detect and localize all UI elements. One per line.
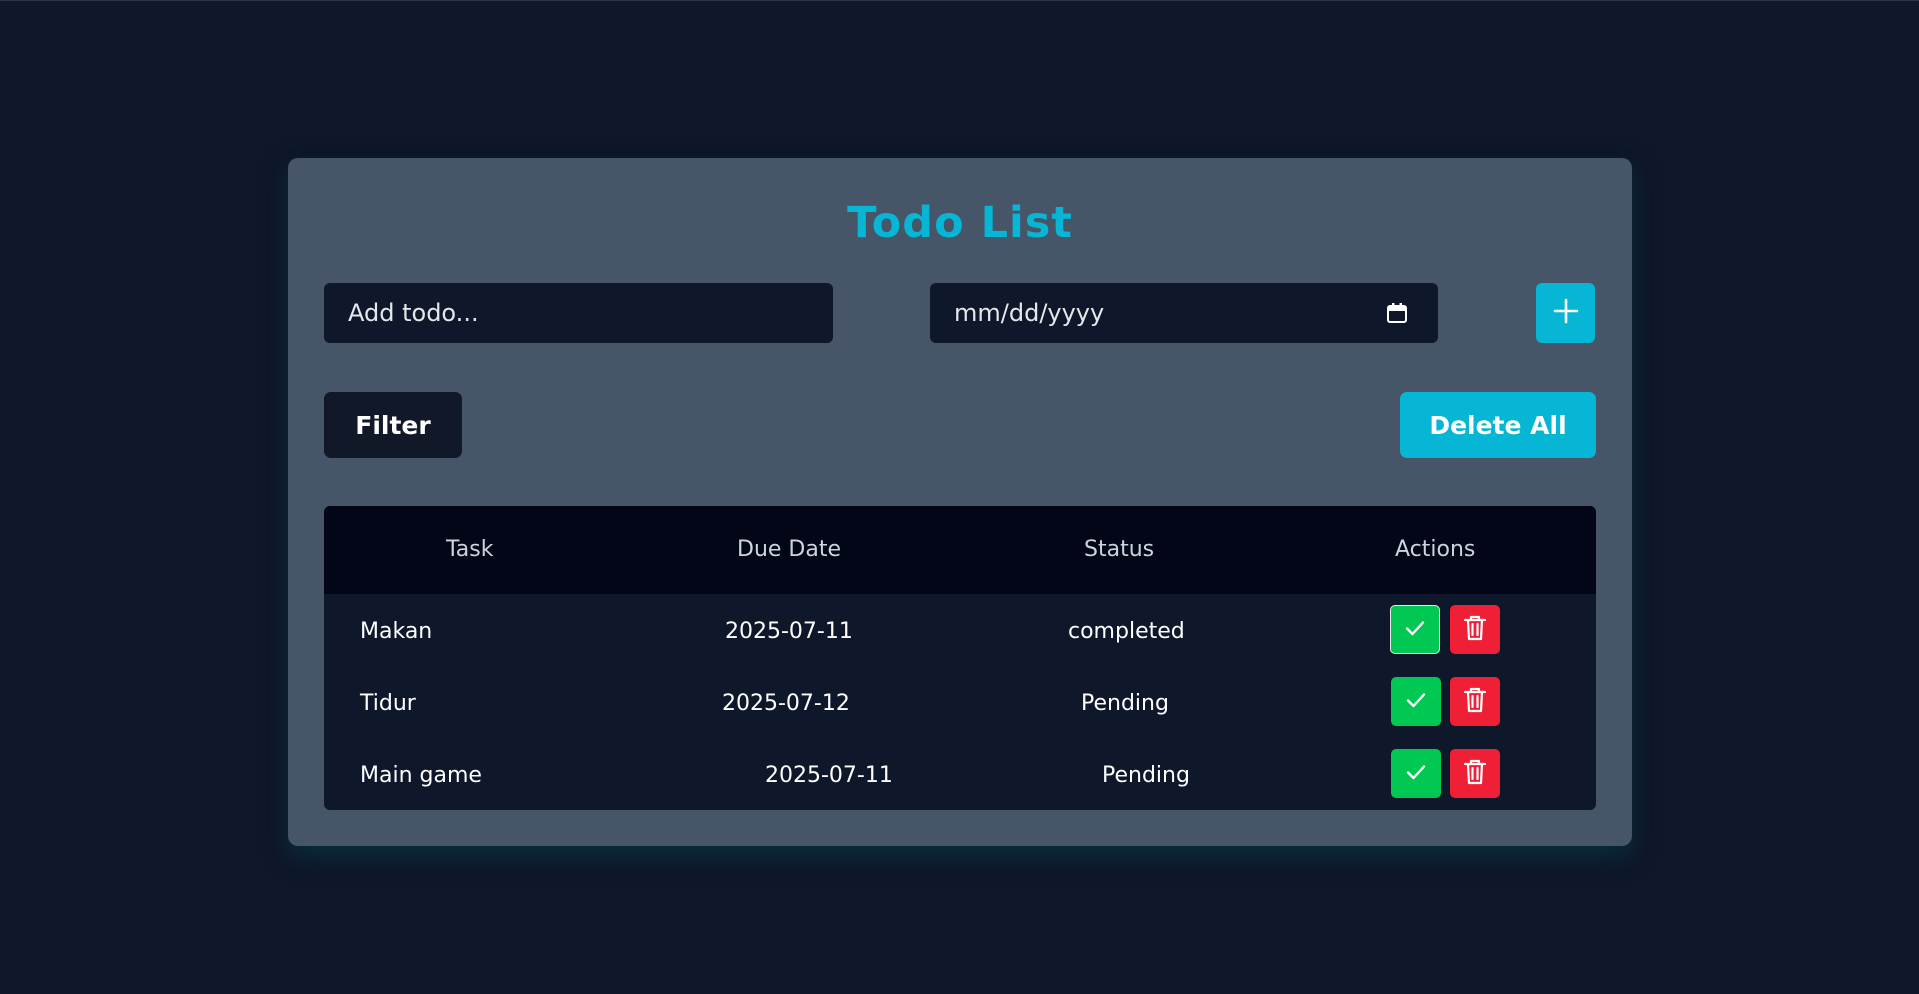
trash-icon <box>1462 614 1488 646</box>
delete-button[interactable] <box>1450 677 1500 726</box>
todo-table: Task Due Date Status Actions Makan 2025-… <box>324 506 1596 810</box>
due-date-input[interactable]: mm/dd/yyyy <box>930 283 1438 343</box>
delete-button[interactable] <box>1450 749 1500 798</box>
filter-button[interactable]: Filter <box>324 392 462 458</box>
check-icon <box>1404 760 1428 788</box>
calendar-icon[interactable] <box>1386 302 1408 324</box>
plus-icon <box>1553 298 1579 328</box>
complete-button[interactable] <box>1391 677 1441 726</box>
todo-input[interactable]: Add todo... <box>324 283 833 343</box>
task-name: Main game <box>360 763 482 788</box>
due-date: 2025-07-11 <box>765 763 893 788</box>
check-icon <box>1403 616 1427 644</box>
trash-icon <box>1462 758 1488 790</box>
status-text: completed <box>1068 619 1185 644</box>
header-task: Task <box>446 537 494 562</box>
complete-button[interactable] <box>1390 605 1440 654</box>
task-name: Makan <box>360 619 433 644</box>
status-text: Pending <box>1081 691 1169 716</box>
header-actions: Actions <box>1395 537 1476 562</box>
todo-input-placeholder: Add todo... <box>348 299 479 327</box>
date-input-placeholder: mm/dd/yyyy <box>954 299 1105 327</box>
delete-all-button[interactable]: Delete All <box>1400 392 1596 458</box>
complete-button[interactable] <box>1391 749 1441 798</box>
todo-card: Todo List Add todo... mm/dd/yyyy Filter … <box>288 158 1632 846</box>
delete-button[interactable] <box>1450 605 1500 654</box>
header-due-date: Due Date <box>737 537 841 562</box>
table-header: Task Due Date Status Actions <box>324 506 1596 594</box>
header-status: Status <box>1084 537 1155 562</box>
check-icon <box>1404 688 1428 716</box>
due-date: 2025-07-11 <box>725 619 853 644</box>
status-text: Pending <box>1102 763 1190 788</box>
page-title: Todo List <box>847 198 1073 248</box>
task-name: Tidur <box>360 691 416 716</box>
add-todo-button[interactable] <box>1536 283 1595 343</box>
due-date: 2025-07-12 <box>722 691 850 716</box>
trash-icon <box>1462 686 1488 718</box>
